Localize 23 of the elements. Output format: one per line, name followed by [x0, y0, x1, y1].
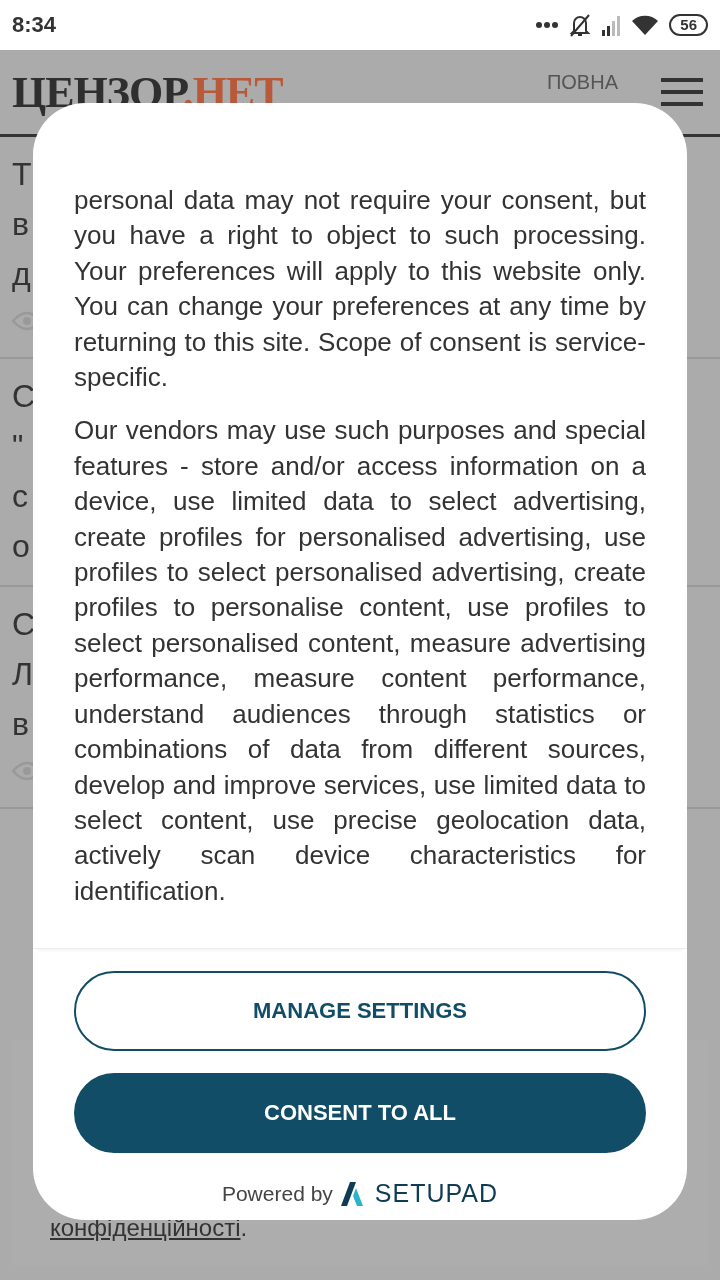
article-text: Т: [12, 155, 32, 194]
article-text: С: [12, 605, 36, 644]
consent-paragraph: Our vendors may use such purposes and special features - store and/or access information on a device, use limited data to select advertising, create profiles for personalised advertising, use profiles to select personalised advertising, create profiles to personalise content, use profiles to select personalised content, measure advertising performance, measure content performance, understand audiences through statistics or combinations of data from different sources, develop and improve services, use limited data to select content, use precise geolocation data, actively scan device characteristics for identification.: [74, 414, 646, 908]
wifi-icon: [631, 14, 660, 36]
brand-name: SETUPAD: [374, 1179, 499, 1208]
menu-icon[interactable]: [661, 78, 703, 106]
article-text: в: [12, 705, 29, 744]
article-text: Л: [12, 655, 33, 694]
consent-button[interactable]: CONSENT TO ALL: [74, 1073, 646, 1153]
manage-settings-button[interactable]: MANAGE SETTINGS: [74, 971, 646, 1051]
article-text: о: [12, 527, 30, 566]
article-text: С: [12, 377, 36, 416]
article-text: ": [12, 427, 24, 466]
consent-paragraph: personal data may not require your consent, but you have a right to object to such processing. Your preferences will apply to this website only. You can change your preferences at any time by returning to this site. Scope of consent is service-specific.: [74, 184, 646, 395]
article-text: д: [12, 255, 31, 294]
powered-by-text: Powered by: [221, 1181, 333, 1206]
article-text: в: [12, 205, 29, 244]
article-text: с: [12, 477, 28, 516]
bell-muted-icon: [569, 12, 592, 38]
more-dots-icon: [535, 21, 560, 29]
battery-icon: 56: [669, 14, 708, 36]
status-time: 8:34: [12, 12, 57, 38]
signal-icon: [601, 14, 622, 36]
